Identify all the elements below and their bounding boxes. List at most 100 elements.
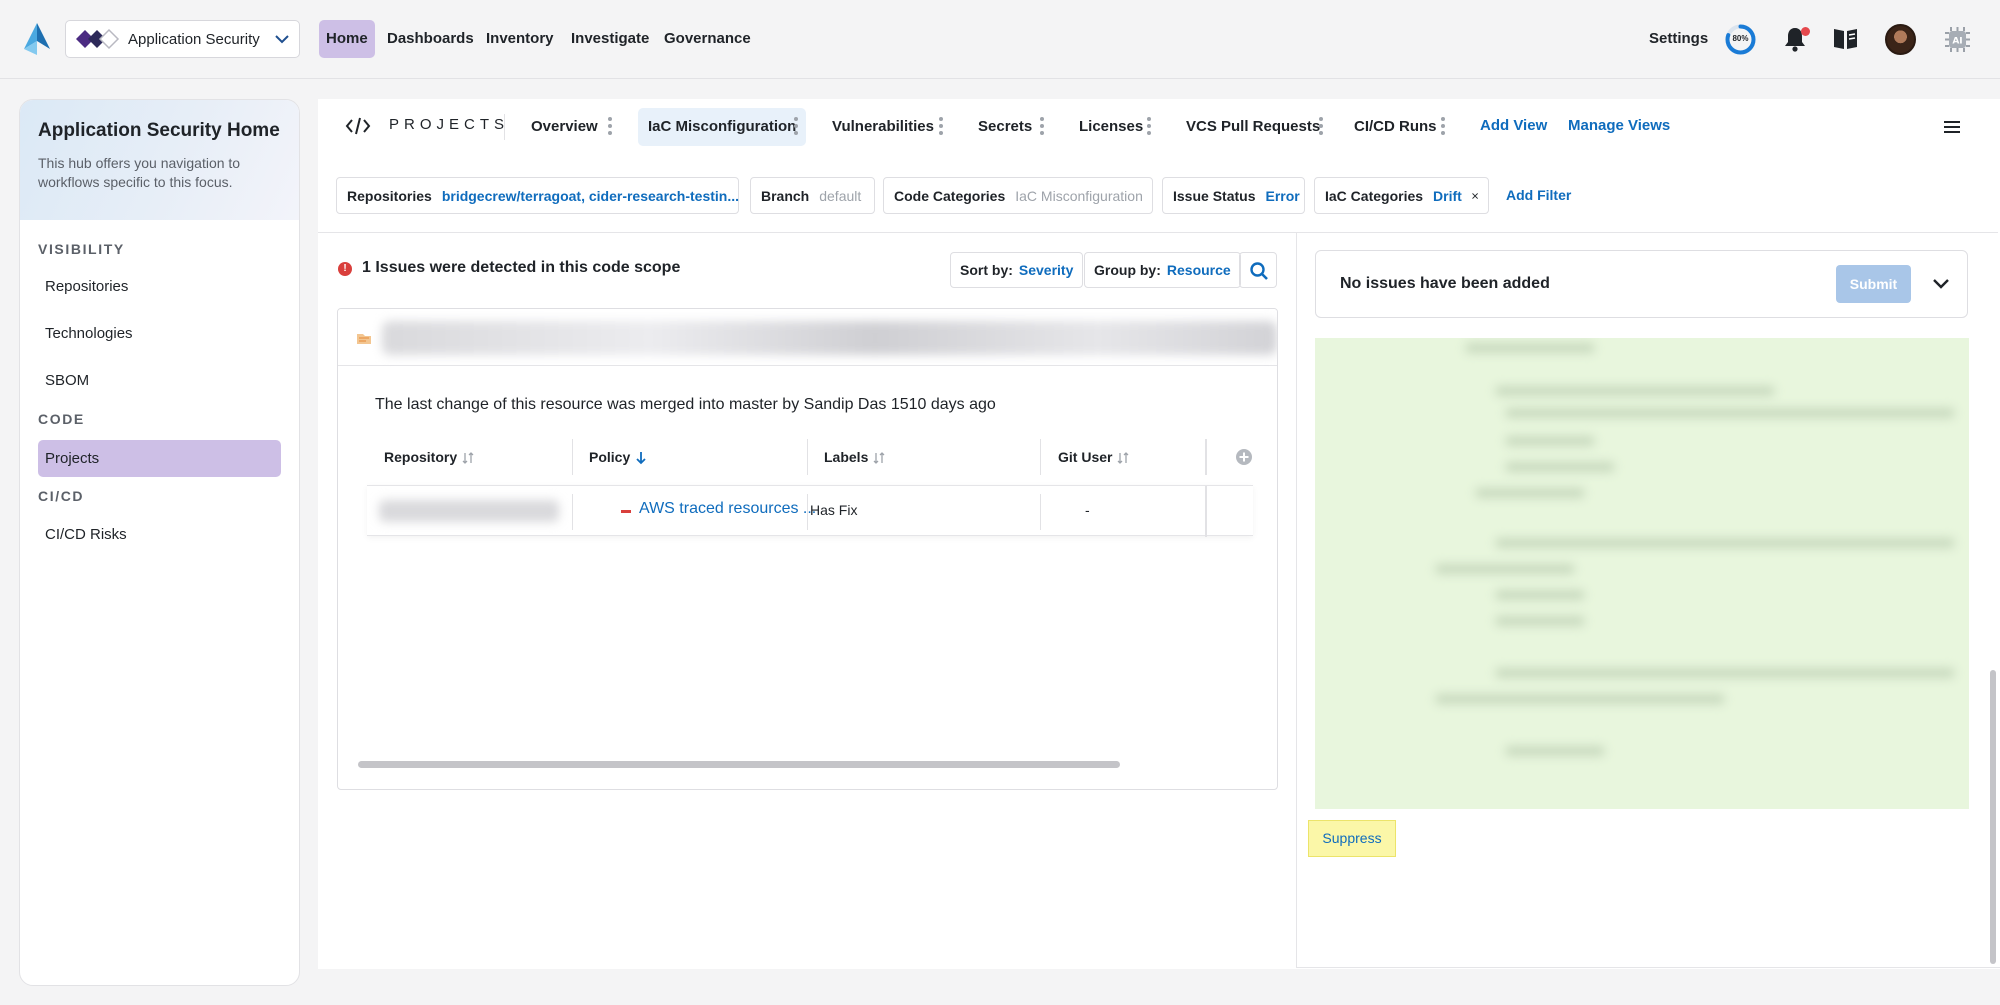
sidebar-item-cicd-risks[interactable]: CI/CD Risks [38,516,281,553]
filter-value: Error [1265,187,1300,204]
tab-licenses-menu-icon[interactable] [1146,115,1152,137]
app-switcher-icon [76,28,120,50]
column-label: Repository [384,449,458,465]
severity-icon [621,510,631,513]
resource-icon [357,334,371,344]
chevron-down-icon[interactable] [1932,275,1950,293]
issue-details-panel: No issues have been added Submit Suppres… [1296,233,2000,968]
filter-key: IaC Categories [1325,187,1424,204]
redacted-resource-name [382,321,1277,355]
group-by-label: Group by: [1094,262,1161,278]
git-user-cell: - [1085,502,1090,518]
tab-secrets-menu-icon[interactable] [1039,115,1045,137]
close-icon[interactable] [1472,190,1478,202]
app-switcher-dropdown[interactable]: Application Security [65,20,300,58]
search-icon [1250,262,1268,280]
search-button[interactable] [1239,252,1277,288]
filter-issue-status[interactable]: Issue Status Error [1162,177,1305,214]
divider [1205,486,1207,537]
divider [1040,494,1041,530]
policy-link[interactable]: AWS traced resources ... [639,500,816,518]
sort-icon [462,452,474,465]
tab-iac-menu-icon[interactable] [793,115,799,137]
nav-home[interactable]: Home [319,20,375,58]
group-by-value: Resource [1166,262,1231,278]
column-labels[interactable]: Labels [824,449,886,465]
sort-desc-icon [636,452,646,465]
sidebar-item-sbom[interactable]: SBOM [38,362,281,399]
filter-code-categories[interactable]: Code Categories IaC Misconfiguration [883,177,1153,214]
filter-value: Drift [1433,187,1462,204]
nav-inventory[interactable]: Inventory [479,20,561,58]
redacted-repository [379,500,559,522]
filter-bar: Repositories bridgecrew/terragoat, cider… [318,177,2000,214]
app-switcher-label: Application Security [128,30,260,48]
nav-governance[interactable]: Governance [657,20,758,58]
column-git-user[interactable]: Git User [1058,449,1130,465]
prisma-logo-icon[interactable] [22,22,52,56]
column-policy[interactable]: Policy [589,449,648,465]
redacted-code-diff [1315,338,1969,809]
suppress-button[interactable]: Suppress [1308,820,1396,857]
filter-key: Repositories [347,187,432,204]
tab-overview-menu-icon[interactable] [607,115,613,137]
filter-value: default [819,187,862,204]
submit-button[interactable]: Submit [1836,265,1911,303]
sort-icon [1117,452,1129,465]
suppress-label: Suppress [1322,830,1382,846]
sidebar-item-technologies[interactable]: Technologies [38,315,281,352]
filter-iac-categories[interactable]: IaC Categories Drift [1314,177,1489,214]
vertical-scrollbar[interactable] [1990,670,1996,964]
manage-views-link[interactable]: Manage Views [1568,117,1670,134]
issues-summary: 1 Issues were detected in this code scop… [362,259,681,276]
filter-key: Code Categories [894,187,1006,204]
sidebar-header: Application Security Home This hub offer… [20,100,299,220]
divider [504,114,505,140]
sort-by-dropdown[interactable]: Sort by: Severity [950,252,1084,288]
sort-by-value: Severity [1018,262,1074,278]
page-title: PROJECTS [389,116,510,133]
sidebar-item-projects[interactable]: Projects [38,440,281,477]
resource-header[interactable] [338,309,1277,366]
notification-dot [1801,27,1810,36]
filter-value: bridgecrew/terragoat, cider-research-tes… [441,187,740,204]
ai-icon[interactable]: AI [1942,24,1973,55]
column-repository[interactable]: Repository [384,449,475,465]
settings-link[interactable]: Settings [1649,30,1708,47]
labels-cell: Has Fix [810,502,858,518]
hamburger-menu-icon[interactable] [1942,119,1962,135]
resource-card: The last change of this resource was mer… [337,308,1278,790]
tab-licenses[interactable]: Licenses [1069,108,1153,146]
tab-vulnerabilities-menu-icon[interactable] [938,115,944,137]
tab-vulnerabilities[interactable]: Vulnerabilities [822,108,944,146]
sidebar: Application Security Home This hub offer… [19,99,300,986]
tab-overview[interactable]: Overview [521,108,608,146]
divider [572,439,573,475]
user-avatar[interactable] [1885,24,1916,55]
nav-investigate[interactable]: Investigate [564,20,656,58]
add-column-icon[interactable] [1235,448,1253,466]
add-view-link[interactable]: Add View [1480,117,1547,134]
tab-cicd-menu-icon[interactable] [1440,115,1446,137]
filter-branch[interactable]: Branch default [750,177,875,214]
filter-repositories[interactable]: Repositories bridgecrew/terragoat, cider… [336,177,739,214]
divider [1040,439,1041,475]
nav-dashboards[interactable]: Dashboards [380,20,481,58]
horizontal-scrollbar[interactable] [358,761,1120,768]
last-change-info: The last change of this resource was mer… [375,396,996,413]
add-filter-link[interactable]: Add Filter [1506,187,1571,203]
tab-iac-misconfiguration[interactable]: IaC Misconfiguration [638,108,807,146]
table-header: Repository Policy Labels Git User [367,435,1253,481]
tab-secrets[interactable]: Secrets [968,108,1042,146]
docs-book-icon[interactable] [1832,25,1859,52]
table-row[interactable]: AWS traced resources ... Has Fix - [367,485,1253,537]
sidebar-section-code: CODE [38,411,85,427]
divider [807,439,808,475]
code-brackets-icon [345,117,371,135]
sidebar-item-repositories[interactable]: Repositories [38,268,281,305]
tab-cicd-runs[interactable]: CI/CD Runs [1344,108,1447,146]
group-by-dropdown[interactable]: Group by: Resource [1084,252,1241,288]
tab-vcs-pull-requests[interactable]: VCS Pull Requests [1176,108,1330,146]
sort-by-label: Sort by: [960,262,1013,278]
tab-vcs-menu-icon[interactable] [1318,115,1324,137]
